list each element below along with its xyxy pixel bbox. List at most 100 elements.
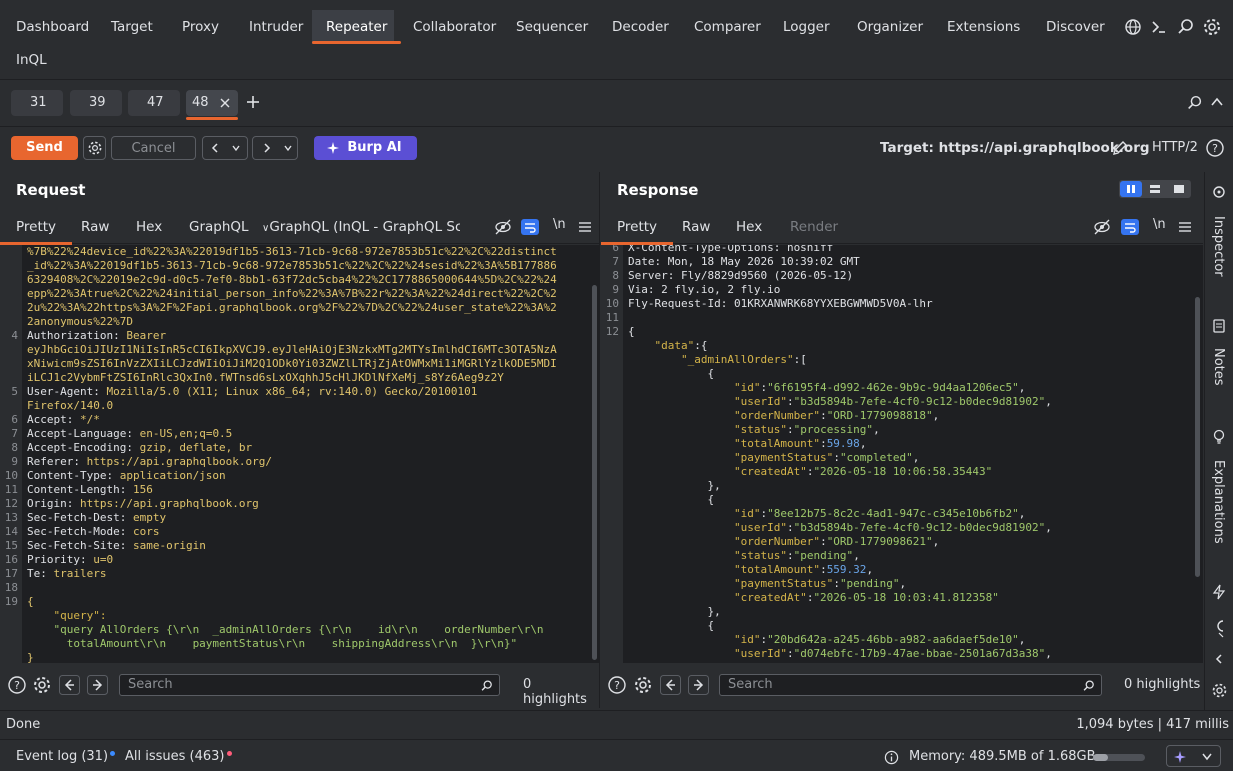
token-t: 2anonymous%22%7D [27,315,133,328]
response-tab-raw[interactable]: Raw [682,210,710,244]
nav-tab-decoder[interactable]: Decoder [612,10,669,44]
gear-icon[interactable] [32,675,52,695]
response-editor[interactable]: 6 X-Content-Type-Options: nosniff 7 Date: M… [601,245,1203,663]
gear-icon[interactable] [633,675,653,695]
chat-icon[interactable] [1211,617,1227,639]
help-icon[interactable]: ? [7,675,27,695]
request-tab-hex[interactable]: Hex [136,210,162,244]
hide-eye-icon[interactable] [1092,217,1112,237]
nav-tab-inql[interactable]: InQL [16,52,47,68]
nav-tab-target[interactable]: Target [111,10,153,44]
expand-chevron-left-icon[interactable] [1213,653,1225,665]
history-forward-button[interactable] [252,136,298,160]
nav-tab-comparer[interactable]: Comparer [694,10,761,44]
help-icon[interactable]: ? [1205,138,1225,158]
line-text: "orderNumber":"ORD-1779098621", [628,535,939,549]
response-tab-hex[interactable]: Hex [736,210,762,244]
newline-toggle[interactable]: \n [553,217,566,232]
response-search-bar: ? Search 0 highlights [601,669,1203,707]
nav-tab-organizer[interactable]: Organizer [857,10,923,44]
send-button[interactable]: Send [11,136,78,160]
response-title: Response [617,181,699,199]
token-v: xNiwicm9sZSI6InVzZXIiLCJzdWIiOiJiM2Q1ODk… [27,357,557,370]
token-g: "pending" [839,577,900,590]
inspector-icon[interactable] [1211,184,1227,200]
lightbulb-icon[interactable] [1211,429,1227,445]
help-icon[interactable]: ? [607,675,627,695]
request-tab-inql[interactable]: ∨GraphQL (InQL - GraphQL Sc... [262,210,460,244]
nav-tab-dashboard[interactable]: Dashboard [16,10,89,44]
request-search-input[interactable]: Search [119,674,500,696]
response-tab-render[interactable]: Render [790,210,838,244]
token-v: eyJhbGciOiJIUzI1NiIsInR5cCI6IkpXVCJ9.eyJ… [27,343,557,356]
tab-search-icon[interactable] [1186,94,1204,112]
menu-icon[interactable] [1175,217,1195,237]
search-prev-arrow-icon[interactable] [59,675,80,695]
token-t: : [820,563,827,576]
sidebar-inspector[interactable]: Inspector [1211,216,1226,277]
ai-menu-button[interactable] [1166,745,1221,767]
line-number: 15 [4,539,18,552]
menu-icon[interactable] [575,217,595,237]
repeater-tab-47[interactable]: 47 [128,90,180,116]
request-scrollbar[interactable] [592,285,597,660]
request-editor[interactable]: %7B%22%24device_id%22%3A%22019df1b5-3613… [0,245,599,663]
response-search-input[interactable]: Search [719,674,1102,696]
search-next-arrow-icon[interactable] [87,675,108,695]
token-k: Content-Type: [27,469,114,482]
edit-pencil-icon[interactable] [1110,138,1130,158]
protocol-selector[interactable]: HTTP/2 [1152,140,1198,155]
notes-icon[interactable] [1211,318,1227,334]
sidebar-notes[interactable]: Notes [1211,348,1226,386]
sidebar-explanations[interactable]: Explanations [1211,460,1226,544]
response-panel: Response Pretty Raw Hex Render \n 6 X-Con… [600,172,1203,708]
collapse-chevron-up-icon[interactable] [1210,95,1224,109]
repeater-tab-39[interactable]: 39 [70,90,122,116]
wrap-lines-icon[interactable] [1120,217,1140,237]
all-issues-label: All issues (463) [125,749,225,764]
nav-tab-collaborator[interactable]: Collaborator [413,10,496,44]
token-o: "totalAmount" [628,437,821,450]
sidebar-settings-gear-icon[interactable] [1211,682,1228,699]
token-e: , [1045,647,1052,660]
globe-icon[interactable] [1123,17,1143,37]
search-prev-arrow-icon[interactable] [660,675,681,695]
all-issues-button[interactable]: All issues (463) [125,749,232,764]
wrap-lines-icon[interactable] [520,217,540,237]
request-panel: Request Pretty Raw Hex GraphQL ∨GraphQL … [0,172,600,708]
nav-tab-intruder[interactable]: Intruder [249,10,303,44]
nav-tab-discover[interactable]: Discover [1046,10,1105,44]
nav-tab-repeater[interactable]: Repeater [311,10,402,44]
token-t: Fly-Request-Id: 01KRXANWRK68YYXEBGWMWD5V… [628,297,933,310]
burp-ai-button[interactable]: Burp AI [314,136,417,160]
nav-tab-extensions[interactable]: Extensions [947,10,1020,44]
token-g: "pending" [793,549,854,562]
event-log-button[interactable]: Event log (31) [16,749,116,764]
response-tab-pretty[interactable]: Pretty [600,210,674,245]
terminal-icon[interactable] [1149,17,1169,37]
add-tab-icon[interactable] [245,94,261,110]
newline-toggle[interactable]: \n [1153,217,1166,232]
token-g: "20bd642a-a245-46bb-a982-aa6daef5de10" [767,633,1019,646]
response-scrollbar[interactable] [1195,297,1200,577]
token-v: https://api.graphqlbook.org/ [79,455,273,468]
history-back-button[interactable] [202,136,248,160]
search-next-arrow-icon[interactable] [688,675,709,695]
layout-toggle[interactable] [1119,180,1191,198]
hide-eye-icon[interactable] [493,217,513,237]
nav-tab-sequencer[interactable]: Sequencer [516,10,588,44]
request-tab-pretty[interactable]: Pretty [0,210,73,245]
repeater-tab-31[interactable]: 31 [11,90,63,116]
nav-tab-logger[interactable]: Logger [783,10,830,44]
request-tab-raw[interactable]: Raw [81,210,109,244]
line-text: "userId":"b3d5894b-7efe-4cf0-9c12-b0dec9… [628,395,1052,409]
send-options-button[interactable] [83,136,106,160]
cancel-button[interactable]: Cancel [111,136,196,160]
lightning-icon[interactable] [1211,584,1227,600]
settings-gear-icon[interactable] [1202,17,1222,37]
nav-tab-proxy[interactable]: Proxy [182,10,219,44]
close-tab-icon[interactable] [219,97,231,109]
request-tab-graphql[interactable]: GraphQL [189,210,249,244]
line-number: 9 [11,455,18,468]
search-icon[interactable] [1176,17,1196,37]
